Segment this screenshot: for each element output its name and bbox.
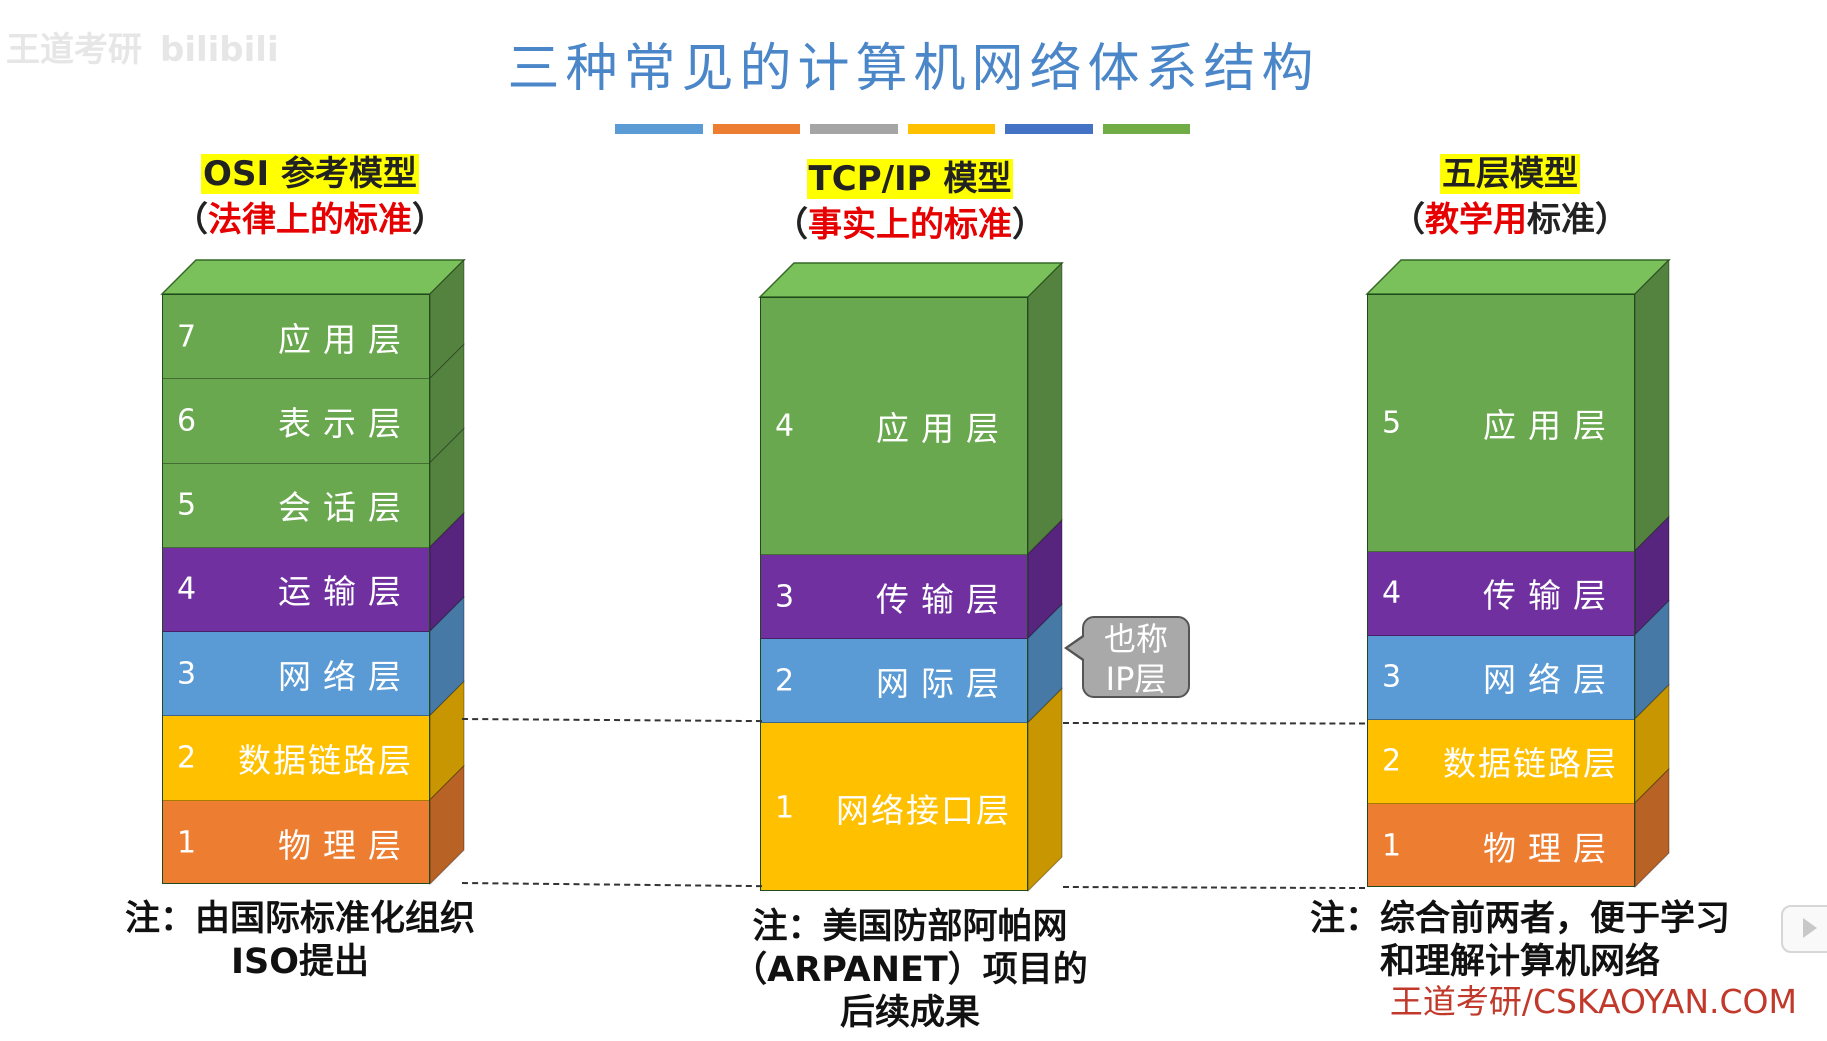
five-layer-top-face (1365, 259, 1671, 295)
layer-name: 物理层 (1483, 828, 1618, 868)
callout-tail-fill (1068, 637, 1084, 659)
layer-number: 4 (1382, 575, 1402, 611)
brand-footer: 王道考研/CSKAOYAN.COM (1389, 982, 1797, 1021)
callout-bubble: 也称 IP层 (1082, 616, 1190, 698)
five-layer-front-face: 5 应用层 4 传输层 3 网络层 2 数据链路层 1 物理层 (1367, 294, 1635, 887)
layer-number: 1 (1382, 828, 1402, 864)
five-layer-note: 注：综合前两者，便于学习 和理解计算机网络 (1290, 898, 1750, 984)
tcpip-note-line: 注：美国防部阿帕网 (752, 907, 1068, 947)
callout-line1: 也称 (1103, 620, 1168, 658)
layer-number: 5 (1382, 405, 1402, 441)
layer-row: 4 传输层 (1368, 551, 1634, 636)
five-layer-note-line: 注：综合前两者，便于学习 (1309, 899, 1730, 939)
layer-name: 传输层 (1483, 576, 1618, 616)
osi-note-line: 注：由国际标准化组织 (124, 899, 475, 939)
layer-number: 2 (1382, 743, 1402, 779)
osi-note-line: ISO提出 (231, 942, 369, 982)
layer-name: 网络层 (1483, 660, 1618, 700)
layer-row: 2 数据链路层 (1368, 719, 1634, 804)
layer-row: 1 物理层 (1368, 803, 1634, 886)
layer-row: 5 应用层 (1368, 295, 1634, 552)
callout-line2: IP层 (1105, 660, 1167, 698)
tcpip-note-line: 后续成果 (839, 993, 980, 1033)
tcpip-note: 注：美国防部阿帕网 （ARPANET）项目的 后续成果 (700, 906, 1120, 1035)
five-layer-side-face (1634, 258, 1670, 552)
layer-row: 3 网络层 (1368, 635, 1634, 720)
layer-name: 数据链路层 (1443, 744, 1618, 784)
osi-note: 注：由国际标准化组织 ISO提出 (90, 898, 510, 984)
play-icon[interactable] (1781, 905, 1827, 953)
layer-number: 3 (1382, 659, 1402, 695)
tcpip-note-line: （ARPANET）项目的 (732, 950, 1088, 990)
layer-name: 应用层 (1483, 405, 1618, 445)
